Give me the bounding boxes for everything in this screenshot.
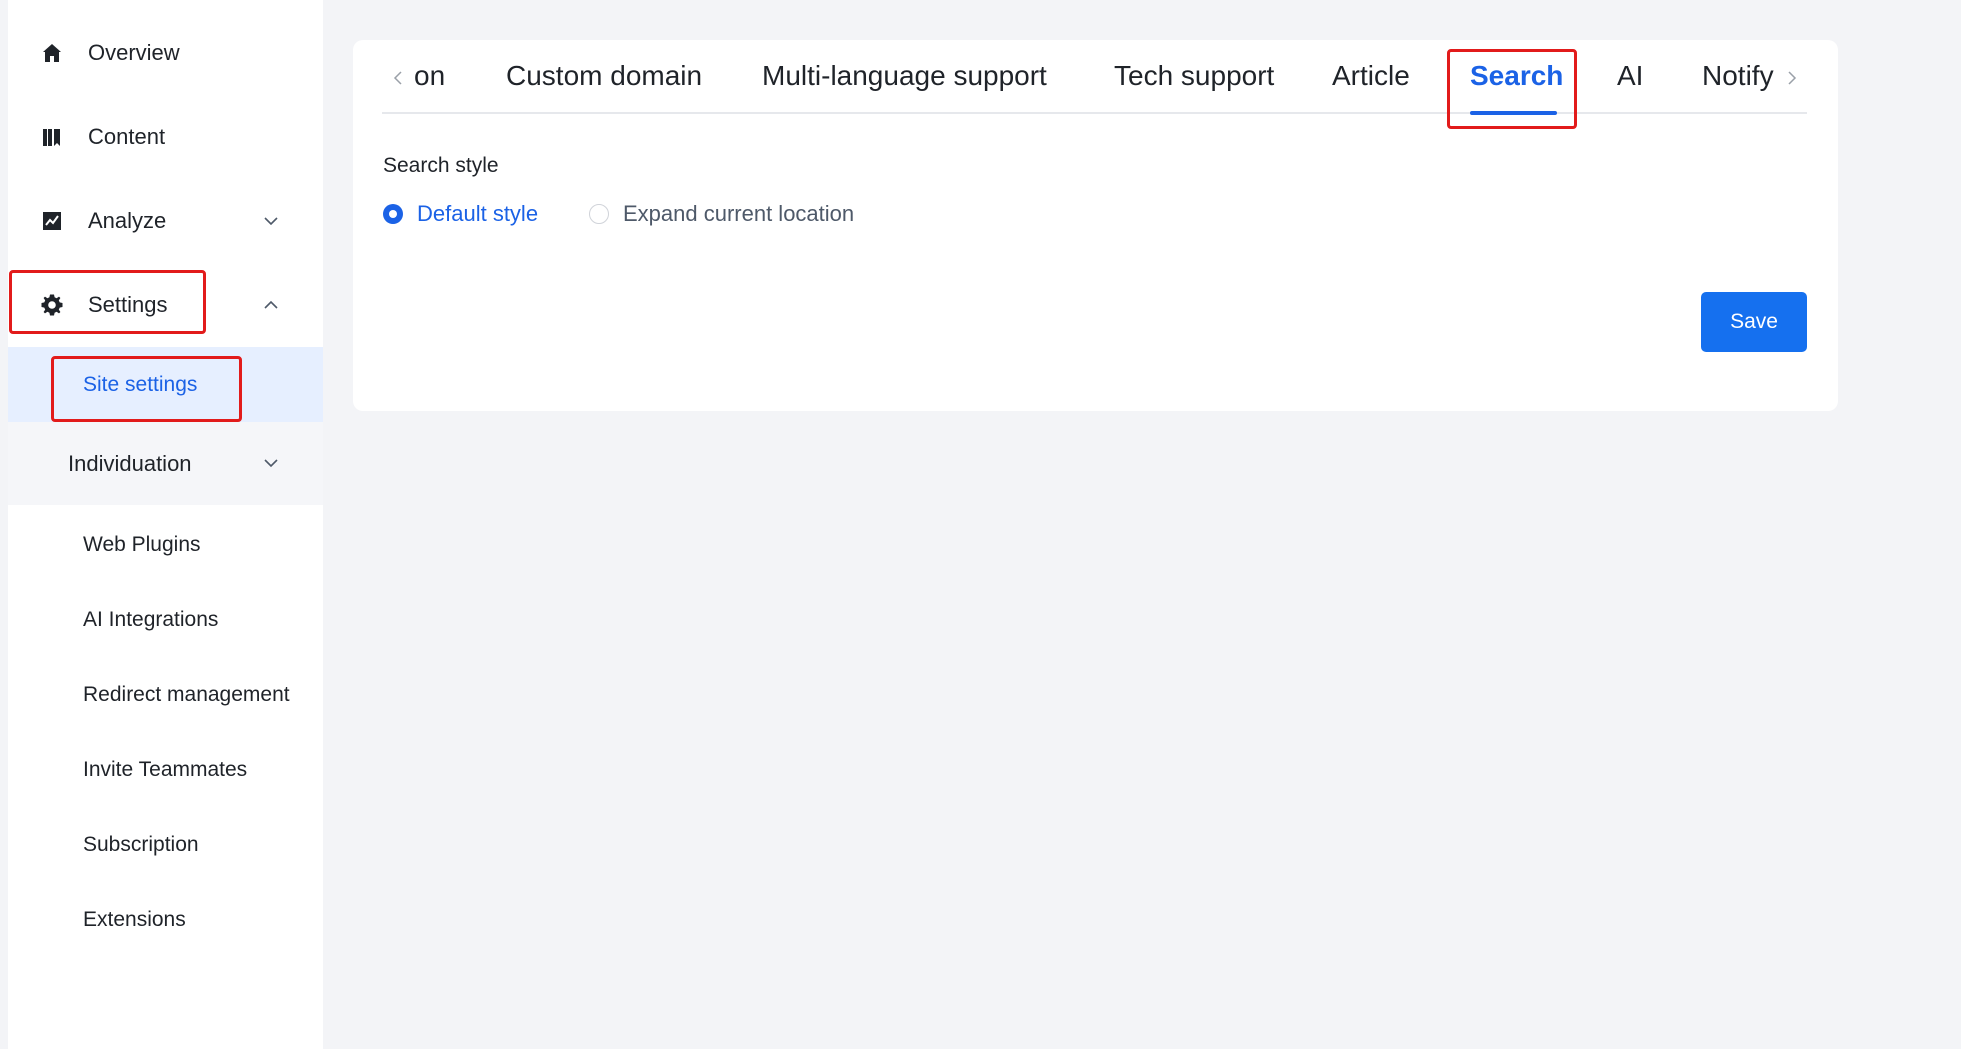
chevron-right-icon[interactable] — [1783, 68, 1801, 88]
sidebar-item-analyze[interactable]: Analyze — [8, 179, 323, 263]
sidebar-subitem-individuation[interactable]: Individuation — [8, 426, 323, 501]
radio-label: Default style — [417, 201, 539, 226]
home-icon — [39, 40, 65, 66]
sidebar-subitem-label: Subscription — [83, 832, 199, 856]
sidebar-subitem-extensions[interactable]: Extensions — [8, 882, 323, 957]
sidebar-subitem-ai-integrations[interactable]: AI Integrations — [8, 582, 323, 657]
sidebar-subitem-subscription[interactable]: Subscription — [8, 807, 323, 882]
radio-expand-current-location[interactable]: Expand current location — [589, 201, 854, 227]
sidebar-item-label: Overview — [88, 40, 180, 65]
sidebar-subitem-label: Web Plugins — [83, 532, 201, 556]
tab-search[interactable]: Search — [1470, 60, 1563, 104]
chevron-down-icon — [260, 210, 282, 232]
sidebar-subitem-label: Site settings — [83, 372, 198, 396]
search-style-label: Search style — [383, 154, 499, 177]
tab-multi-language-support[interactable]: Multi-language support — [762, 60, 1047, 104]
sidebar-item-label: Settings — [88, 292, 168, 317]
chart-icon — [39, 208, 65, 234]
sidebar-subitem-site-settings[interactable]: Site settings — [8, 347, 323, 422]
sidebar-subitem-invite-teammates[interactable]: Invite Teammates — [8, 732, 323, 807]
chevron-down-icon — [260, 452, 282, 474]
sidebar-subitem-label: Invite Teammates — [83, 757, 248, 781]
tab-tech-support[interactable]: Tech support — [1114, 60, 1274, 104]
radio-checked-icon — [383, 204, 403, 224]
sidebar-subitem-label: Redirect management — [83, 682, 290, 706]
radio-unchecked-icon — [589, 204, 609, 224]
tab-ai[interactable]: AI — [1617, 60, 1643, 104]
sidebar-subitem-redirect-management[interactable]: Redirect management — [8, 657, 323, 732]
radio-default-style[interactable]: Default style — [383, 201, 538, 227]
sidebar-subitem-label: Individuation — [68, 450, 192, 476]
tab-notify[interactable]: Notify — [1702, 60, 1774, 104]
sidebar-item-overview[interactable]: Overview — [8, 11, 323, 95]
gear-icon — [39, 292, 65, 318]
radio-label: Expand current location — [623, 201, 855, 226]
sidebar-item-settings[interactable]: Settings — [8, 263, 323, 347]
tab-partial[interactable]: on — [414, 60, 445, 104]
sidebar-subitem-web-plugins[interactable]: Web Plugins — [8, 507, 323, 582]
tab-article[interactable]: Article — [1332, 60, 1410, 104]
sidebar-item-label: Content — [88, 124, 166, 149]
save-button[interactable]: Save — [1701, 292, 1807, 352]
sidebar-subitem-label: AI Integrations — [83, 607, 219, 631]
active-tab-indicator — [1470, 111, 1557, 115]
sidebar-item-content[interactable]: Content — [8, 95, 323, 179]
book-icon — [39, 124, 65, 150]
sidebar: Overview Content Analyze Settings Site s… — [0, 0, 323, 1049]
sidebar-subitem-label: Extensions — [83, 907, 186, 931]
chevron-up-icon — [260, 294, 282, 316]
sidebar-item-label: Analyze — [88, 208, 167, 233]
sidebar-edge — [0, 0, 8, 1049]
chevron-left-icon[interactable] — [389, 68, 407, 88]
tab-bar: on Custom domain Multi-language support … — [382, 52, 1807, 115]
tab-custom-domain[interactable]: Custom domain — [506, 60, 702, 104]
